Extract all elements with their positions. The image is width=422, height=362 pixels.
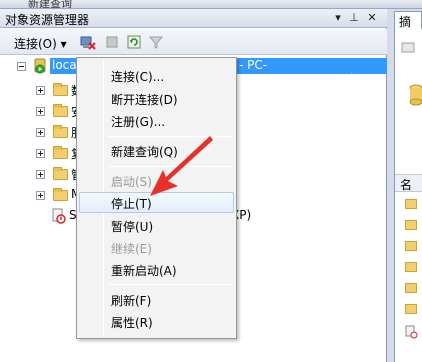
expand-toggle-icon[interactable] xyxy=(36,149,45,158)
agent-stopped-icon xyxy=(405,325,418,339)
database-icon xyxy=(409,84,422,106)
server-running-icon xyxy=(33,58,48,74)
folder-icon xyxy=(405,262,417,272)
filter-icon[interactable] xyxy=(148,34,164,50)
menu-item-connect[interactable]: 连接(C)... xyxy=(79,65,234,86)
folder-icon xyxy=(405,304,417,314)
menu-item-register[interactable]: 注册(G)... xyxy=(79,110,234,131)
menu-item-label: 停止(T) xyxy=(111,197,152,211)
menu-item-label: 新建查询(Q) xyxy=(111,145,178,159)
menu-item-label: 刷新(F) xyxy=(111,294,152,308)
agent-stopped-icon xyxy=(51,208,67,224)
folder-icon xyxy=(53,104,68,117)
top-toolbar-strip: 新建查询 xyxy=(0,0,422,9)
folder-icon xyxy=(405,283,417,293)
pin-icon[interactable]: ⊥ xyxy=(347,11,361,25)
object-explorer-toolbar: 连接(O) ▾ xyxy=(0,29,387,55)
menu-item-label: 启动(S) xyxy=(111,175,152,189)
folder-icon xyxy=(405,241,417,251)
menu-separator xyxy=(107,284,232,285)
refresh-icon[interactable] xyxy=(126,34,142,50)
expand-toggle-icon[interactable] xyxy=(36,86,45,95)
folder-icon xyxy=(53,83,68,96)
close-icon[interactable]: ✕ xyxy=(365,11,379,25)
folder-icon xyxy=(405,220,417,230)
menu-separator xyxy=(107,166,232,167)
menu-item-label: 继续(E) xyxy=(111,242,152,256)
menu-item-refresh[interactable]: 刷新(F) xyxy=(79,289,234,310)
expand-toggle-icon[interactable] xyxy=(36,191,45,200)
summary-tab[interactable]: 摘 xyxy=(394,11,422,29)
menu-item-disconnect[interactable]: 断开连接(D) xyxy=(79,88,234,109)
menu-item-label: 属性(R) xyxy=(111,316,153,330)
top-toolbar-fragment[interactable]: 新建查询 xyxy=(28,0,72,8)
stop-icon[interactable] xyxy=(104,34,120,50)
list-column-header[interactable]: 名 xyxy=(395,174,422,192)
menu-item-restart[interactable]: 重新启动(A) xyxy=(79,259,234,280)
folder-icon xyxy=(53,146,68,159)
menu-item-label: 连接(C)... xyxy=(111,70,165,84)
summary-panel: 摘 名 xyxy=(389,9,422,362)
expand-toggle-icon[interactable] xyxy=(36,170,45,179)
back-icon[interactable] xyxy=(401,41,415,53)
disconnect-icon[interactable] xyxy=(80,34,96,50)
folder-icon xyxy=(53,167,68,180)
expand-toggle-icon[interactable] xyxy=(36,107,45,116)
menu-item-stop[interactable]: 停止(T) xyxy=(79,192,234,213)
menu-item-properties[interactable]: 属性(R) xyxy=(79,311,234,332)
folder-icon xyxy=(53,188,68,201)
menu-item-label: 注册(G)... xyxy=(111,115,166,129)
menu-item-new-query[interactable]: 新建查询(Q) xyxy=(79,140,234,161)
summary-pane: 名 xyxy=(394,29,422,362)
menu-item-start[interactable]: 启动(S) xyxy=(79,170,234,191)
menu-separator xyxy=(107,136,232,137)
object-explorer-title: 对象资源管理器 xyxy=(5,13,90,27)
server-node-label-start[interactable]: loca xyxy=(50,58,79,74)
folder-icon xyxy=(405,199,417,209)
folder-icon xyxy=(53,125,68,138)
window-position-icon[interactable]: ▾ xyxy=(331,11,345,25)
menu-item-label: 断开连接(D) xyxy=(111,93,178,107)
object-explorer-titlebar: 对象资源管理器 ▾ ⊥ ✕ xyxy=(0,9,387,28)
server-context-menu: 连接(C)... 断开连接(D) 注册(G)... 新建查询(Q) 启动(S) … xyxy=(76,57,237,339)
connect-dropdown-button[interactable]: 连接(O) ▾ xyxy=(14,35,67,52)
menu-item-label: 暂停(U) xyxy=(111,220,154,234)
menu-item-pause[interactable]: 暂停(U) xyxy=(79,215,234,236)
server-node-label-end[interactable]: - PC-20170713FOZH\Adm xyxy=(237,58,387,86)
expand-toggle-icon[interactable] xyxy=(36,128,45,137)
collapse-toggle-icon[interactable] xyxy=(17,62,26,71)
menu-item-resume[interactable]: 继续(E) xyxy=(79,237,234,258)
menu-item-label: 重新启动(A) xyxy=(111,264,177,278)
